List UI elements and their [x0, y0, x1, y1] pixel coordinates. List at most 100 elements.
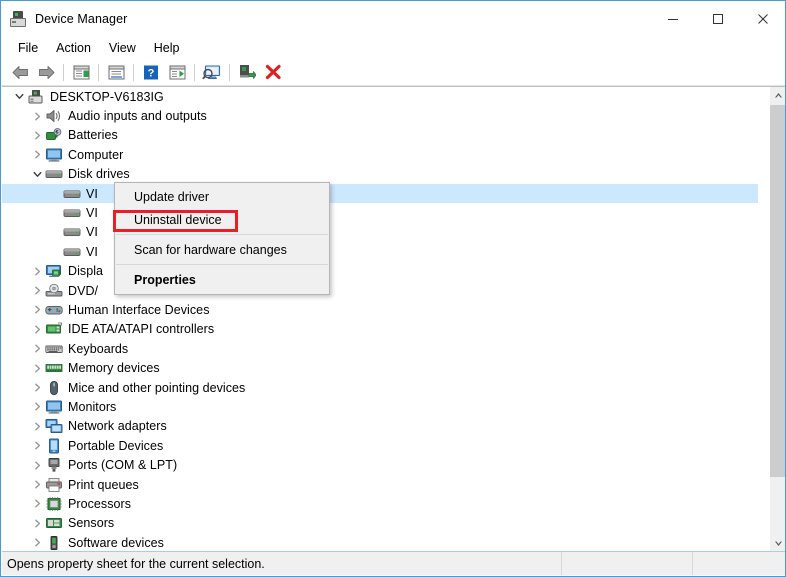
toolbar-separator — [63, 63, 64, 81]
tree-item[interactable]: Portable Devices — [2, 436, 758, 455]
scrollbar-thumb[interactable] — [770, 105, 785, 477]
tree-item-label: Sensors — [68, 516, 115, 531]
tree-item[interactable]: Software devices — [2, 533, 758, 552]
menu-help[interactable]: Help — [145, 39, 189, 57]
tree-item[interactable]: Ports (COM & LPT) — [2, 455, 758, 474]
tree-item[interactable]: Network adapters — [2, 417, 758, 436]
tree-item-label: Memory devices — [68, 361, 160, 376]
content-area: DESKTOP-V6183IG Audio inputs and outputs B… — [2, 86, 785, 552]
scroll-down-arrow-icon[interactable] — [770, 535, 785, 552]
forward-arrow-icon[interactable] — [33, 61, 59, 83]
printer-icon — [45, 477, 63, 493]
chevron-right-icon[interactable] — [29, 417, 45, 436]
status-bar-segment-2 — [562, 552, 693, 575]
chevron-right-icon[interactable] — [29, 494, 45, 513]
help-icon[interactable]: ? — [138, 61, 164, 83]
chevron-right-icon[interactable] — [29, 281, 45, 300]
menu-view[interactable]: View — [100, 39, 145, 57]
window-title: Device Manager — [35, 12, 128, 26]
context-menu-item-scan-for-hardware-changes[interactable]: Scan for hardware changes — [115, 238, 329, 261]
chevron-right-icon[interactable] — [29, 378, 45, 397]
context-menu-item-properties[interactable]: Properties — [115, 268, 329, 291]
context-menu[interactable]: Update driver Uninstall device Scan for … — [114, 182, 330, 295]
uninstall-device-icon[interactable] — [260, 61, 286, 83]
chevron-right-icon[interactable] — [29, 475, 45, 494]
tree-item[interactable]: Print queues — [2, 475, 758, 494]
vertical-scrollbar[interactable] — [769, 87, 785, 552]
toolbar-separator — [133, 63, 134, 81]
chevron-right-icon[interactable] — [29, 436, 45, 455]
tree-item-label: Monitors — [68, 399, 117, 414]
tree-item-label: Disk drives — [68, 167, 130, 182]
tree-item-label: Ports (COM & LPT) — [68, 458, 178, 473]
port-icon — [45, 457, 63, 473]
context-menu-separator — [116, 264, 328, 265]
menu-file[interactable]: File — [9, 39, 47, 57]
device-manager-window: Device Manager File Action View Help ? D… — [0, 0, 786, 577]
disk-drive-icon — [63, 224, 81, 240]
tree-item-label: Network adapters — [68, 419, 167, 434]
properties-icon[interactable] — [103, 61, 129, 83]
menu-action[interactable]: Action — [47, 39, 100, 57]
tree-item[interactable]: Sensors — [2, 514, 758, 533]
context-menu-item-update-driver[interactable]: Update driver — [115, 185, 329, 208]
update-driver-icon[interactable] — [164, 61, 190, 83]
tree-item[interactable]: Human Interface Devices — [2, 300, 758, 319]
close-icon[interactable] — [740, 1, 785, 37]
monitor-icon — [45, 399, 63, 415]
tree-item-label: IDE ATA/ATAPI controllers — [68, 322, 215, 337]
back-arrow-icon[interactable] — [7, 61, 33, 83]
chevron-right-icon[interactable] — [29, 397, 45, 416]
title-bar: Device Manager — [1, 1, 785, 37]
chevron-right-icon[interactable] — [29, 262, 45, 281]
tree-item[interactable]: Keyboards — [2, 339, 758, 358]
tree-item[interactable]: DESKTOP-V6183IG — [2, 87, 758, 106]
tree-item-label: Audio inputs and outputs — [68, 109, 207, 124]
chevron-right-icon[interactable] — [29, 300, 45, 319]
tree-item[interactable]: Mice and other pointing devices — [2, 378, 758, 397]
show-hide-console-tree-icon[interactable] — [68, 61, 94, 83]
disk-drive-icon — [63, 244, 81, 260]
tree-item-label: Batteries — [68, 128, 118, 143]
disk-drive-icon — [45, 166, 63, 182]
chevron-right-icon[interactable] — [29, 339, 45, 358]
portable-device-icon — [45, 438, 63, 454]
software-device-icon — [45, 535, 63, 551]
window-controls — [650, 1, 785, 37]
tree-item[interactable]: Computer — [2, 145, 758, 164]
chevron-down-icon[interactable] — [11, 87, 27, 106]
chevron-right-icon[interactable] — [29, 107, 45, 126]
processor-icon — [45, 496, 63, 512]
maximize-icon[interactable] — [695, 1, 740, 37]
chevron-down-icon[interactable] — [29, 165, 45, 184]
minimize-icon[interactable] — [650, 1, 695, 37]
tree-item[interactable]: Processors — [2, 494, 758, 513]
tree-item[interactable]: Batteries — [2, 126, 758, 145]
chevron-right-icon[interactable] — [29, 456, 45, 475]
chevron-right-icon[interactable] — [29, 533, 45, 552]
chevron-right-icon[interactable] — [29, 145, 45, 164]
disk-drive-icon — [63, 205, 81, 221]
tree-item-highlight — [2, 514, 758, 533]
enable-device-icon[interactable] — [234, 61, 260, 83]
ide-controller-icon — [45, 321, 63, 337]
tree-item[interactable]: Audio inputs and outputs — [2, 106, 758, 125]
chevron-right-icon[interactable] — [29, 126, 45, 145]
scroll-up-arrow-icon[interactable] — [770, 87, 785, 104]
tree-item[interactable]: IDE ATA/ATAPI controllers — [2, 320, 758, 339]
device-tree[interactable]: DESKTOP-V6183IG Audio inputs and outputs B… — [2, 87, 758, 552]
chevron-right-icon[interactable] — [29, 359, 45, 378]
chevron-right-icon[interactable] — [29, 514, 45, 533]
memory-icon — [45, 360, 63, 376]
sensor-icon — [45, 515, 63, 531]
tree-item[interactable]: Memory devices — [2, 358, 758, 377]
tree-item-label: VI — [86, 206, 98, 221]
status-bar: Opens property sheet for the current sel… — [2, 551, 785, 575]
chevron-right-icon[interactable] — [29, 320, 45, 339]
tree-item-label: Print queues — [68, 477, 139, 492]
tree-item[interactable]: Monitors — [2, 397, 758, 416]
tree-item-label: Mice and other pointing devices — [68, 380, 246, 395]
scan-for-hardware-changes-icon[interactable] — [199, 61, 225, 83]
context-menu-item-uninstall-device[interactable]: Uninstall device — [115, 208, 329, 231]
mouse-icon — [45, 380, 63, 396]
